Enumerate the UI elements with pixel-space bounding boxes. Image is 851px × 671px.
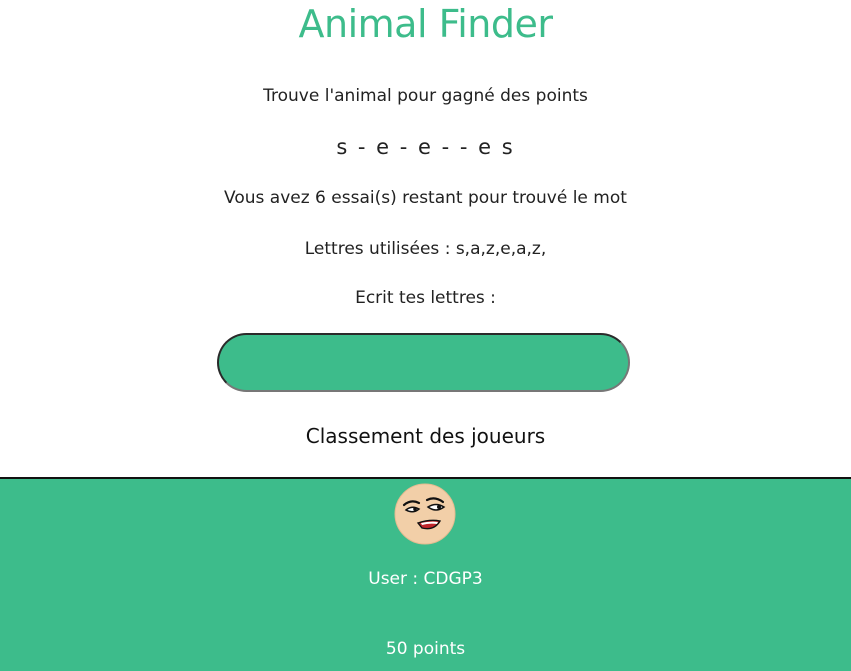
page: Animal Finder Trouve l'animal pour gagné… [0,0,851,671]
laughing-face-icon [394,483,456,545]
letter-prompt-label: Ecrit tes lettres : [355,288,496,308]
ranking-panel: User : CDGP3 50 points [0,477,851,671]
ranking-title: Classement des joueurs [305,424,546,448]
player-username: User : CDGP3 [368,569,483,589]
page-title: Animal Finder [298,2,553,46]
letter-input[interactable] [217,333,630,392]
hidden-word: s - e - e - - e s [336,135,515,159]
used-letters: Lettres utilisées : s,a,z,e,a,z, [304,239,547,259]
game-instruction: Trouve l'animal pour gagné des points [263,86,588,106]
player-points: 50 points [385,639,466,659]
attempts-remaining: Vous avez 6 essai(s) restant pour trouvé… [224,188,627,208]
